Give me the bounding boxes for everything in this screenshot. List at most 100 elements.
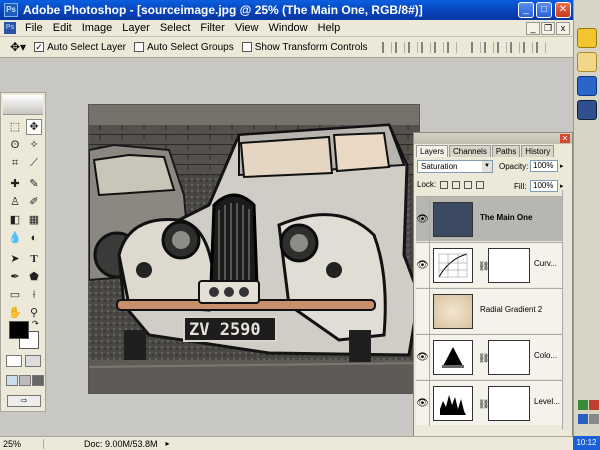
- maximize-button[interactable]: □: [536, 2, 552, 18]
- fill-arrow-icon[interactable]: ▸: [560, 182, 564, 190]
- align-icon[interactable]: [407, 41, 418, 53]
- layers-scrollbar[interactable]: [562, 190, 572, 430]
- move-tool-preset-icon[interactable]: ✥▾: [10, 40, 26, 54]
- lock-all-icon[interactable]: [476, 180, 485, 189]
- lock-transparency-icon[interactable]: [440, 180, 449, 189]
- blur-tool-icon[interactable]: 💧: [7, 230, 23, 246]
- distribute-buttons[interactable]: [470, 41, 546, 53]
- layer-row[interactable]: 👁 ⛓ Colo...: [416, 334, 571, 380]
- eye-icon[interactable]: [416, 289, 430, 334]
- folder-icon[interactable]: [577, 52, 597, 72]
- screen-mode-full-icon[interactable]: [32, 375, 44, 386]
- distribute-icon[interactable]: [509, 41, 520, 53]
- close-button[interactable]: ✕: [555, 2, 571, 18]
- menu-window[interactable]: Window: [264, 22, 313, 34]
- hand-tool-icon[interactable]: ✋: [7, 305, 23, 321]
- layer-row[interactable]: 👁 ⛓ Level...: [416, 380, 571, 426]
- show-transform-checkbox[interactable]: [241, 42, 252, 52]
- swap-colors-icon[interactable]: ↷: [32, 319, 39, 328]
- menu-file[interactable]: File: [20, 22, 48, 34]
- align-buttons[interactable]: [381, 41, 457, 53]
- clone-stamp-tool-icon[interactable]: ♙: [7, 194, 23, 210]
- tray-volume-icon[interactable]: [589, 414, 599, 424]
- quick-mask-mode-icon[interactable]: [25, 355, 41, 367]
- move-tool-icon[interactable]: ✥: [26, 119, 42, 135]
- pen-tool-icon[interactable]: ✒: [7, 269, 23, 285]
- fill-input[interactable]: 100%: [530, 180, 558, 192]
- magic-wand-tool-icon[interactable]: ✧: [26, 137, 42, 153]
- eye-icon[interactable]: 👁: [416, 381, 430, 426]
- marquee-tool-icon[interactable]: ⬚: [7, 119, 23, 135]
- eye-icon[interactable]: 👁: [416, 243, 430, 288]
- standard-mode-icon[interactable]: [6, 355, 22, 367]
- panel-close-button[interactable]: ✕: [560, 134, 570, 143]
- distribute-icon[interactable]: [522, 41, 533, 53]
- tab-history[interactable]: History: [521, 145, 555, 157]
- browser-icon[interactable]: [577, 76, 597, 96]
- menu-filter[interactable]: Filter: [195, 22, 229, 34]
- path-selection-tool-icon[interactable]: ➤: [7, 251, 23, 267]
- tab-channels[interactable]: Channels: [449, 145, 491, 157]
- minimize-button[interactable]: _: [518, 2, 534, 18]
- status-arrow-icon[interactable]: ▸: [166, 439, 170, 448]
- align-icon[interactable]: [433, 41, 444, 53]
- menu-edit[interactable]: Edit: [48, 22, 77, 34]
- eyedropper-tool-icon[interactable]: ⟊: [26, 287, 42, 303]
- auto-select-groups-checkbox[interactable]: [134, 42, 145, 52]
- tab-layers[interactable]: Layers: [416, 145, 449, 157]
- tab-paths[interactable]: Paths: [491, 145, 521, 157]
- distribute-icon[interactable]: [535, 41, 546, 53]
- distribute-icon[interactable]: [496, 41, 507, 53]
- opacity-input[interactable]: 100%: [530, 160, 558, 172]
- doc-restore-button[interactable]: ❐: [541, 21, 555, 35]
- healing-brush-tool-icon[interactable]: ✚: [7, 176, 23, 192]
- menu-select[interactable]: Select: [155, 22, 196, 34]
- lock-position-icon[interactable]: [464, 180, 473, 189]
- align-icon[interactable]: [420, 41, 431, 53]
- screen-mode-fullmenu-icon[interactable]: [19, 375, 31, 386]
- eye-icon[interactable]: 👁: [416, 335, 430, 380]
- lasso-tool-icon[interactable]: ʘ: [7, 137, 23, 153]
- menu-layer[interactable]: Layer: [117, 22, 155, 34]
- layer-row[interactable]: 👁 The Main One: [416, 196, 571, 242]
- distribute-icon[interactable]: [483, 41, 494, 53]
- slice-tool-icon[interactable]: ⟋: [26, 155, 42, 171]
- lock-pixels-icon[interactable]: [452, 180, 461, 189]
- blend-mode-select[interactable]: Saturation ▼: [417, 160, 493, 173]
- crop-tool-icon[interactable]: ⌗: [7, 155, 23, 171]
- gradient-tool-icon[interactable]: ▦: [26, 212, 42, 228]
- align-icon[interactable]: [381, 41, 392, 53]
- eye-icon[interactable]: 👁: [416, 197, 430, 242]
- tray-app-icon[interactable]: [578, 414, 588, 424]
- shape-tool-icon[interactable]: ⬟: [26, 269, 42, 285]
- history-brush-tool-icon[interactable]: ✐: [26, 194, 42, 210]
- menu-view[interactable]: View: [230, 22, 264, 34]
- doc-close-button[interactable]: x: [556, 21, 570, 35]
- menu-image[interactable]: Image: [77, 22, 118, 34]
- align-icon[interactable]: [394, 41, 405, 53]
- pencil-app-icon[interactable]: [577, 28, 597, 48]
- auto-select-layer-checkbox[interactable]: ✓: [34, 42, 45, 52]
- panel-header[interactable]: [414, 133, 572, 144]
- opacity-arrow-icon[interactable]: ▸: [560, 162, 564, 170]
- distribute-icon[interactable]: [470, 41, 481, 53]
- dodge-tool-icon[interactable]: ◐: [26, 230, 42, 246]
- document-icon[interactable]: Ps: [4, 22, 16, 34]
- photoshop-taskbar-icon[interactable]: [577, 100, 597, 120]
- layer-row[interactable]: 👁 ⛓ Curv...: [416, 242, 571, 288]
- tray-network-icon[interactable]: [578, 400, 588, 410]
- jump-to-imageready-icon[interactable]: ⇨: [7, 395, 41, 407]
- doc-minimize-button[interactable]: _: [526, 21, 540, 35]
- tray-security-icon[interactable]: [589, 400, 599, 410]
- eraser-tool-icon[interactable]: ◧: [7, 212, 23, 228]
- notes-tool-icon[interactable]: ▭: [7, 287, 23, 303]
- align-icon[interactable]: [446, 41, 457, 53]
- zoom-level[interactable]: 25%: [0, 438, 44, 449]
- type-tool-icon[interactable]: T: [26, 251, 42, 267]
- foreground-color-swatch-front[interactable]: [9, 321, 29, 339]
- document-canvas[interactable]: ZV 2590: [88, 104, 420, 394]
- screen-mode-standard-icon[interactable]: [6, 375, 18, 386]
- brush-tool-icon[interactable]: ✎: [26, 176, 42, 192]
- menu-help[interactable]: Help: [313, 22, 346, 34]
- layer-row[interactable]: Radial Gradient 2: [416, 288, 571, 334]
